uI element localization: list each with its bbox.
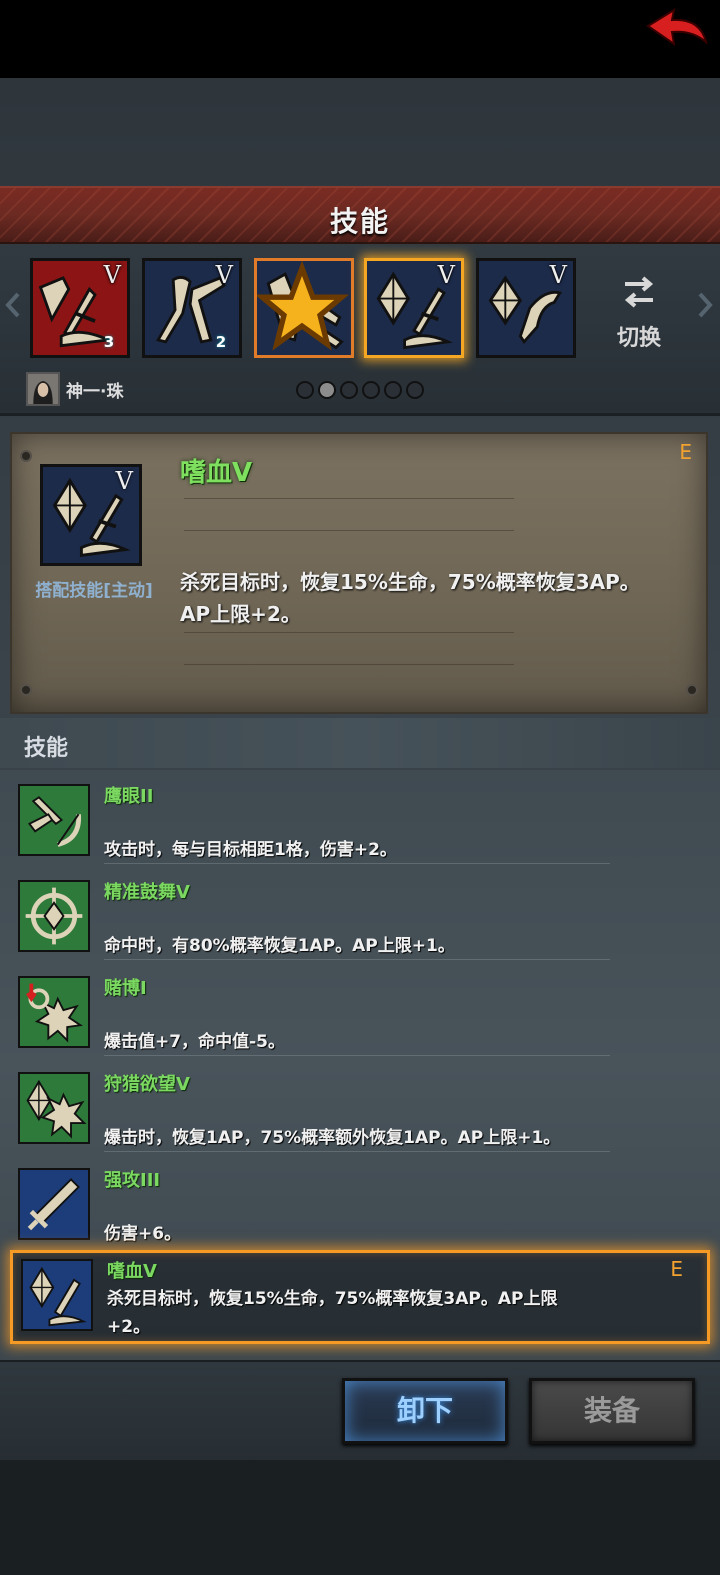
next-page-arrow-icon[interactable] (694, 290, 716, 320)
skill-type: 搭配技能[主动] (35, 581, 153, 601)
skill-item-desc: 爆击值+7，命中值-5。 (104, 1032, 285, 1052)
back-arrow-icon (646, 7, 708, 47)
title-bar: 技能 (0, 186, 720, 244)
ruled-line (184, 664, 514, 665)
skill-slot-3[interactable] (254, 258, 354, 358)
page-dot[interactable] (340, 381, 358, 399)
skill-list-item[interactable]: 赌博I 爆击值+7，命中值-5。 (10, 966, 710, 1056)
hawk-eye-icon (18, 784, 90, 856)
page-indicator (296, 381, 424, 399)
skill-description: 杀死目标时，恢复15%生命，75%概率恢复3AP。AP上限+2。 (180, 570, 640, 626)
slot-level: V (215, 261, 233, 289)
back-button[interactable] (642, 6, 712, 52)
skill-list-title: 技能 (24, 736, 69, 761)
skill-name: 嗜血V (180, 458, 253, 488)
slot-level: V (103, 261, 121, 289)
page-dot[interactable] (384, 381, 402, 399)
gamble-icon (18, 976, 90, 1048)
skill-item-name: 赌博I (104, 978, 147, 999)
divider (104, 863, 610, 864)
ruled-line (184, 632, 514, 633)
power-strike-icon (18, 1168, 90, 1240)
ruled-line (184, 498, 514, 499)
skill-slot-1[interactable]: V 3 (30, 258, 130, 358)
detail-level: V (115, 467, 133, 495)
page-dot[interactable] (406, 381, 424, 399)
unload-button[interactable]: 卸下 (342, 1378, 508, 1444)
skill-item-desc: 伤害+6。 (104, 1224, 182, 1244)
divider (104, 959, 610, 960)
skill-slot-4[interactable]: V (364, 258, 464, 358)
skill-item-grade: E (670, 1257, 683, 1281)
prev-page-arrow-icon[interactable] (2, 290, 24, 320)
page-dot-active[interactable] (318, 381, 336, 399)
rivet (686, 684, 698, 696)
skill-item-desc: 爆击时，恢复1AP，75%概率额外恢复1AP。AP上限+1。 (104, 1128, 561, 1148)
switch-button[interactable]: 切换 (608, 272, 670, 352)
status-bar (0, 0, 720, 78)
page-dot[interactable] (362, 381, 380, 399)
slot-gem-count: 2 (215, 333, 227, 351)
bloodlust-icon (21, 1259, 93, 1331)
skill-slot-2[interactable]: V 2 (142, 258, 242, 358)
page-title: 技能 (329, 205, 390, 238)
slot-gem-count: 3 (103, 333, 115, 351)
character-name: 神一·珠 (66, 381, 124, 402)
switch-label: 切换 (616, 326, 661, 351)
skill-list-item[interactable]: 狩猎欲望V 爆击时，恢复1AP，75%概率额外恢复1AP。AP上限+1。 (10, 1062, 710, 1152)
slot-level: V (437, 261, 455, 289)
skill-list-item-selected[interactable]: 嗜血V 杀死目标时，恢复15%生命，75%概率恢复3AP。AP上限+2。 E (10, 1250, 710, 1344)
equip-button[interactable]: 装备 (529, 1378, 695, 1444)
rivet (20, 450, 32, 462)
detail-skill-icon: V (40, 464, 142, 566)
ruled-line (184, 530, 514, 531)
skill-item-desc: 命中时，有80%概率恢复1AP。AP上限+1。 (104, 936, 455, 956)
avatar (26, 372, 60, 406)
swap-arrows-icon (624, 276, 654, 308)
page-dot[interactable] (296, 381, 314, 399)
skill-item-name: 狩猎欲望V (104, 1074, 190, 1095)
skill-item-desc: 攻击时，每与目标相距1格，伤害+2。 (104, 840, 397, 860)
hunting-desire-icon (18, 1072, 90, 1144)
slot-level: V (549, 261, 567, 289)
skill-list-item[interactable]: 鹰眼II 攻击时，每与目标相距1格，伤害+2。 (10, 774, 710, 864)
skill-grade: E (679, 440, 692, 464)
skill-item-name: 嗜血V (107, 1261, 157, 1282)
skill-item-name: 精准鼓舞V (104, 882, 190, 903)
divider (104, 1151, 610, 1152)
skill-item-name: 强攻III (104, 1170, 161, 1191)
crosshair-icon (18, 880, 90, 952)
skill-slot-5[interactable]: V (476, 258, 576, 358)
footer (0, 1460, 720, 1575)
divider (104, 1055, 610, 1056)
rivet (20, 684, 32, 696)
skill-item-name: 鹰眼II (104, 786, 154, 807)
skill-list-header: 技能 (0, 718, 720, 768)
skill-list-item[interactable]: 精准鼓舞V 命中时，有80%概率恢复1AP。AP上限+1。 (10, 870, 710, 960)
star-icon (257, 261, 349, 351)
skill-list-item[interactable]: 强攻III 伤害+6。 (10, 1158, 710, 1248)
skill-item-desc: 杀死目标时，恢复15%生命，75%概率恢复3AP。AP上限+2。 (107, 1289, 558, 1337)
character-info: 神一·珠 (26, 372, 123, 406)
